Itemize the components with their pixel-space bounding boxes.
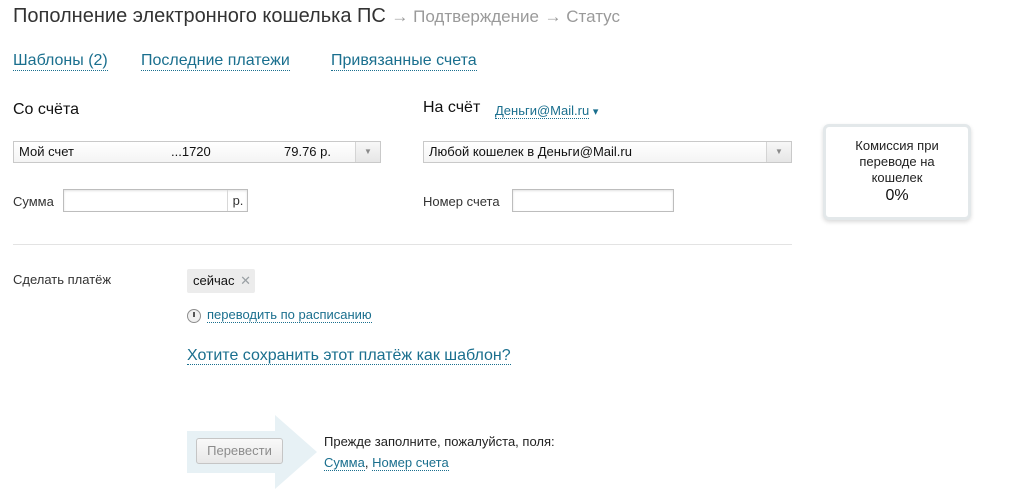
to-account-heading: На счёт <box>423 99 481 116</box>
commission-text: Комиссия при переводе на кошелек <box>855 138 939 185</box>
from-account-heading: Со счёта <box>13 101 79 118</box>
transfer-button[interactable]: Перевести <box>196 438 283 464</box>
breadcrumb-step-confirm: → Подтверждение <box>391 7 539 26</box>
page-title: Пополнение электронного кошелька ПС → По… <box>13 5 620 28</box>
chevron-down-icon: ▼ <box>355 142 380 162</box>
schedule-link[interactable]: переводить по расписанию <box>207 307 372 323</box>
amount-input[interactable] <box>64 190 232 211</box>
from-account-number: ...1720 <box>171 144 211 159</box>
tab-templates[interactable]: Шаблоны (2) <box>13 52 108 71</box>
from-account-select[interactable]: Мой счет ...1720 79.76 р. ▼ <box>13 141 381 163</box>
account-number-input[interactable] <box>512 189 674 212</box>
payment-time-tag-label: сейчас <box>193 273 235 288</box>
to-account-value: Любой кошелек в Деньги@Mail.ru <box>429 144 632 159</box>
make-payment-label: Сделать платёж <box>13 272 112 287</box>
from-account-balance: 79.76 р. <box>284 144 331 159</box>
to-account-select[interactable]: Любой кошелек в Деньги@Mail.ru ▼ <box>423 141 792 163</box>
clock-icon <box>187 309 201 323</box>
tab-recent-payments[interactable]: Последние платежи <box>141 52 290 71</box>
schedule-link-wrap: переводить по расписанию <box>207 307 372 323</box>
required-field-amount-link[interactable]: Сумма <box>324 455 365 471</box>
caret-down-icon: ▾ <box>592 106 599 118</box>
account-number-label: Номер счета <box>423 194 500 209</box>
required-fields-separator: , <box>364 455 369 470</box>
required-fields: Сумма, Номер счета <box>324 455 449 471</box>
commission-box: Комиссия при переводе на кошелек 0% <box>823 124 971 220</box>
close-icon[interactable]: ✕ <box>240 273 251 288</box>
from-account-name: Мой счет <box>19 144 74 159</box>
breadcrumb-step-status: → Статус <box>544 7 620 26</box>
commission-value: 0% <box>885 187 909 204</box>
page-title-text: Пополнение электронного кошелька ПС <box>13 5 386 27</box>
tab-linked-accounts[interactable]: Привязанные счета <box>331 52 477 71</box>
amount-field-wrap: р. <box>63 189 248 212</box>
save-template-wrap: Хотите сохранить этот платёж как шаблон? <box>187 347 511 365</box>
provider-dropdown[interactable]: Деньги@Mail.ru ▾ <box>495 103 599 119</box>
amount-label: Сумма <box>13 194 54 209</box>
currency-label: р. <box>227 190 248 211</box>
required-field-account-link[interactable]: Номер счета <box>372 455 449 471</box>
provider-link[interactable]: Деньги@Mail.ru <box>495 103 590 119</box>
submit-hint: Прежде заполните, пожалуйста, поля: <box>324 434 555 449</box>
payment-time-tag: сейчас ✕ <box>187 269 256 293</box>
divider <box>13 244 792 245</box>
chevron-down-icon: ▼ <box>766 142 791 162</box>
save-template-link[interactable]: Хотите сохранить этот платёж как шаблон? <box>187 347 511 365</box>
